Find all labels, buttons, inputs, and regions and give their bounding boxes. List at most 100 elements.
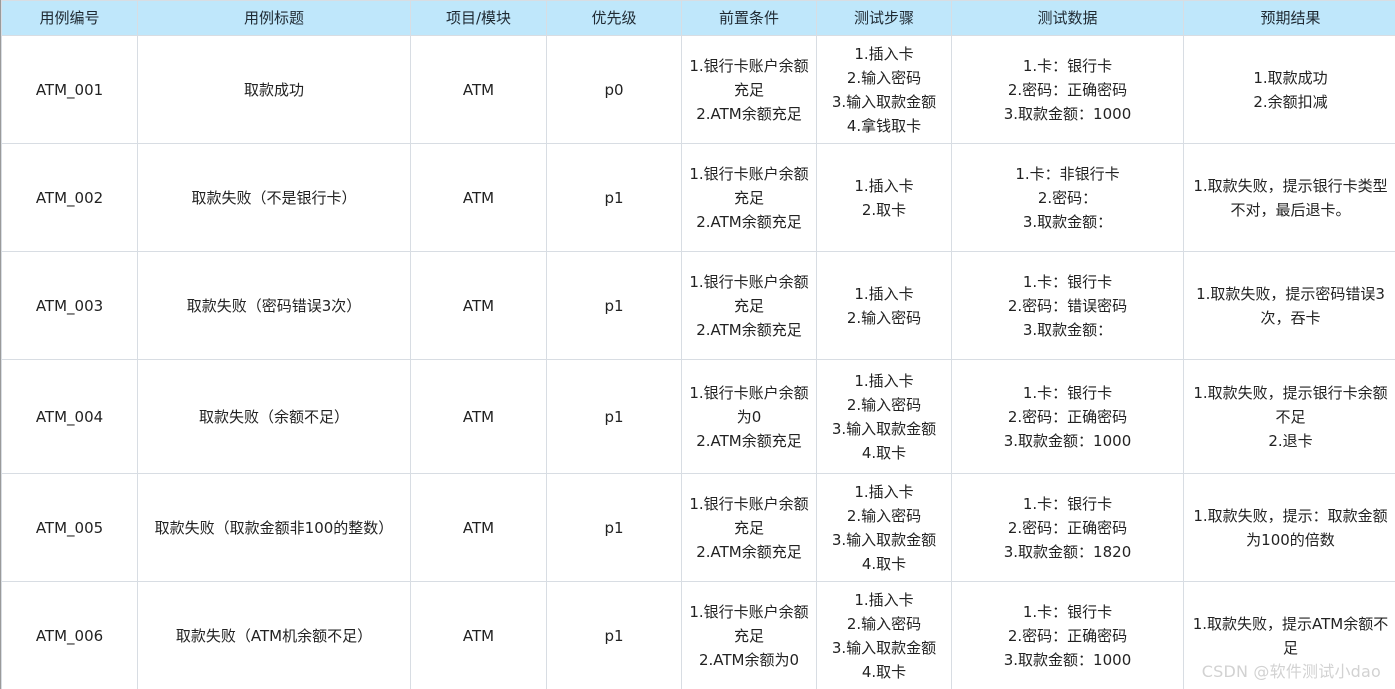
test-data-line: 3.取款金额：1000 — [1003, 104, 1132, 123]
cell-test-data[interactable]: 1.卡：银行卡 2.密码：正确密码 3.取款金额：1000 — [951, 359, 1184, 474]
expected-line: 1.取款成功 — [1253, 68, 1328, 87]
step-line: 1.插入卡 — [854, 590, 914, 609]
cell-case-title[interactable]: 取款失败（取款金额非100的整数） — [137, 473, 411, 582]
cell-case-id[interactable]: ATM_006 — [1, 581, 138, 689]
cell-steps[interactable]: 1.插入卡 2.输入密码 3.输入取款金额 4.取卡 — [816, 359, 952, 474]
step-line: 1.插入卡 — [854, 176, 914, 195]
cell-case-title[interactable]: 取款失败（密码错误3次） — [137, 251, 411, 360]
cell-steps[interactable]: 1.插入卡 2.输入密码 3.输入取款金额 4.拿钱取卡 — [816, 35, 952, 144]
cell-case-title[interactable]: 取款失败（余额不足） — [137, 359, 411, 474]
test-data-line: 2.密码：正确密码 — [1007, 518, 1128, 537]
test-data-line: 1.卡：银行卡 — [1022, 272, 1113, 291]
precondition-line: 2.ATM余额充足 — [696, 431, 802, 450]
cell-case-id[interactable]: ATM_003 — [1, 251, 138, 360]
cell-precondition[interactable]: 1.银行卡账户余额充足 2.ATM余额为0 — [681, 581, 817, 689]
test-data-line: 1.卡：非银行卡 — [1015, 164, 1120, 183]
header-expected-result[interactable]: 预期结果 — [1183, 0, 1395, 36]
test-data-line: 3.取款金额： — [1022, 212, 1113, 231]
table-row: ATM_005 取款失败（取款金额非100的整数） ATM p1 1.银行卡账户… — [1, 473, 1395, 582]
cell-expected-result[interactable]: 1.取款失败，提示银行卡余额不足 2.退卡 — [1183, 359, 1395, 474]
cell-case-id[interactable]: ATM_004 — [1, 359, 138, 474]
cell-steps[interactable]: 1.插入卡 2.输入密码 3.输入取款金额 4.取卡 — [816, 581, 952, 689]
cell-priority[interactable]: p0 — [546, 35, 682, 144]
precondition-line: 2.ATM余额充足 — [696, 212, 802, 231]
header-case-id[interactable]: 用例编号 — [1, 0, 138, 36]
cell-priority[interactable]: p1 — [546, 251, 682, 360]
precondition-line: 1.银行卡账户余额为0 — [689, 383, 809, 426]
cell-module[interactable]: ATM — [410, 251, 547, 360]
cell-expected-result[interactable]: 1.取款失败，提示：取款金额为100的倍数 — [1183, 473, 1395, 582]
header-precondition[interactable]: 前置条件 — [681, 0, 817, 36]
cell-steps[interactable]: 1.插入卡 2.输入密码 3.输入取款金额 4.取卡 — [816, 473, 952, 582]
test-data-line: 3.取款金额： — [1022, 320, 1113, 339]
cell-test-data[interactable]: 1.卡：银行卡 2.密码：正确密码 3.取款金额：1820 — [951, 473, 1184, 582]
header-module[interactable]: 项目/模块 — [410, 0, 547, 36]
precondition-line: 2.ATM余额充足 — [696, 104, 802, 123]
cell-priority[interactable]: p1 — [546, 359, 682, 474]
table-row: ATM_004 取款失败（余额不足） ATM p1 1.银行卡账户余额为0 2.… — [1, 359, 1395, 474]
cell-case-title[interactable]: 取款失败（不是银行卡） — [137, 143, 411, 252]
test-data-line: 2.密码：错误密码 — [1007, 296, 1128, 315]
header-priority[interactable]: 优先级 — [546, 0, 682, 36]
cell-case-id[interactable]: ATM_002 — [1, 143, 138, 252]
cell-precondition[interactable]: 1.银行卡账户余额为0 2.ATM余额充足 — [681, 359, 817, 474]
table-row: ATM_003 取款失败（密码错误3次） ATM p1 1.银行卡账户余额充足 … — [1, 251, 1395, 360]
step-line: 4.拿钱取卡 — [846, 116, 922, 135]
step-line: 1.插入卡 — [854, 284, 914, 303]
header-case-title[interactable]: 用例标题 — [137, 0, 411, 36]
precondition-line: 1.银行卡账户余额充足 — [689, 272, 809, 315]
csdn-watermark: CSDN @软件测试小dao — [1201, 662, 1381, 681]
header-test-data[interactable]: 测试数据 — [951, 0, 1184, 36]
cell-expected-result[interactable]: 1.取款失败，提示银行卡类型不对，最后退卡。 — [1183, 143, 1395, 252]
cell-module[interactable]: ATM — [410, 581, 547, 689]
step-line: 1.插入卡 — [854, 371, 914, 390]
test-data-line: 2.密码：正确密码 — [1007, 80, 1128, 99]
cell-module[interactable]: ATM — [410, 473, 547, 582]
cell-priority[interactable]: p1 — [546, 581, 682, 689]
cell-module[interactable]: ATM — [410, 35, 547, 144]
cell-test-data[interactable]: 1.卡：银行卡 2.密码：正确密码 3.取款金额：1000 — [951, 581, 1184, 689]
precondition-line: 1.银行卡账户余额充足 — [689, 164, 809, 207]
cell-priority[interactable]: p1 — [546, 143, 682, 252]
test-data-line: 1.卡：银行卡 — [1022, 494, 1113, 513]
cell-precondition[interactable]: 1.银行卡账户余额充足 2.ATM余额充足 — [681, 143, 817, 252]
test-case-table: 用例编号 用例标题 项目/模块 优先级 前置条件 测试步骤 测试数据 预期结果 … — [1, 0, 1395, 689]
step-line: 1.插入卡 — [854, 482, 914, 501]
table-row: ATM_006 取款失败（ATM机余额不足） ATM p1 1.银行卡账户余额充… — [1, 581, 1395, 689]
step-line: 3.输入取款金额 — [831, 638, 937, 657]
expected-line: 1.取款失败，提示银行卡类型不对，最后退卡。 — [1193, 176, 1388, 219]
test-data-line: 3.取款金额：1000 — [1003, 650, 1132, 669]
precondition-line: 1.银行卡账户余额充足 — [689, 56, 809, 99]
precondition-line: 1.银行卡账户余额充足 — [689, 602, 809, 645]
test-data-line: 2.密码：正确密码 — [1007, 626, 1128, 645]
cell-steps[interactable]: 1.插入卡 2.输入密码 — [816, 251, 952, 360]
step-line: 2.输入密码 — [846, 68, 922, 87]
cell-expected-result[interactable]: 1.取款失败，提示密码错误3次，吞卡 — [1183, 251, 1395, 360]
step-line: 2.输入密码 — [846, 395, 922, 414]
step-line: 4.取卡 — [861, 662, 907, 681]
test-data-line: 3.取款金额：1000 — [1003, 431, 1132, 450]
cell-precondition[interactable]: 1.银行卡账户余额充足 2.ATM余额充足 — [681, 251, 817, 360]
expected-line: 1.取款失败，提示ATM余额不足 — [1192, 614, 1389, 657]
cell-expected-result[interactable]: 1.取款成功 2.余额扣减 — [1183, 35, 1395, 144]
cell-case-id[interactable]: ATM_001 — [1, 35, 138, 144]
header-steps[interactable]: 测试步骤 — [816, 0, 952, 36]
table-row: ATM_002 取款失败（不是银行卡） ATM p1 1.银行卡账户余额充足 2… — [1, 143, 1395, 252]
cell-test-data[interactable]: 1.卡：银行卡 2.密码：正确密码 3.取款金额：1000 — [951, 35, 1184, 144]
cell-case-id[interactable]: ATM_005 — [1, 473, 138, 582]
cell-module[interactable]: ATM — [410, 143, 547, 252]
test-data-line: 1.卡：银行卡 — [1022, 383, 1113, 402]
cell-test-data[interactable]: 1.卡：非银行卡 2.密码： 3.取款金额： — [951, 143, 1184, 252]
cell-steps[interactable]: 1.插入卡 2.取卡 — [816, 143, 952, 252]
cell-priority[interactable]: p1 — [546, 473, 682, 582]
step-line: 3.输入取款金额 — [831, 530, 937, 549]
expected-line: 2.余额扣减 — [1253, 92, 1328, 111]
cell-case-title[interactable]: 取款成功 — [137, 35, 411, 144]
cell-precondition[interactable]: 1.银行卡账户余额充足 2.ATM余额充足 — [681, 35, 817, 144]
cell-module[interactable]: ATM — [410, 359, 547, 474]
cell-test-data[interactable]: 1.卡：银行卡 2.密码：错误密码 3.取款金额： — [951, 251, 1184, 360]
expected-line: 2.退卡 — [1268, 431, 1313, 450]
cell-precondition[interactable]: 1.银行卡账户余额充足 2.ATM余额充足 — [681, 473, 817, 582]
header-row: 用例编号 用例标题 项目/模块 优先级 前置条件 测试步骤 测试数据 预期结果 — [1, 0, 1395, 36]
cell-case-title[interactable]: 取款失败（ATM机余额不足） — [137, 581, 411, 689]
